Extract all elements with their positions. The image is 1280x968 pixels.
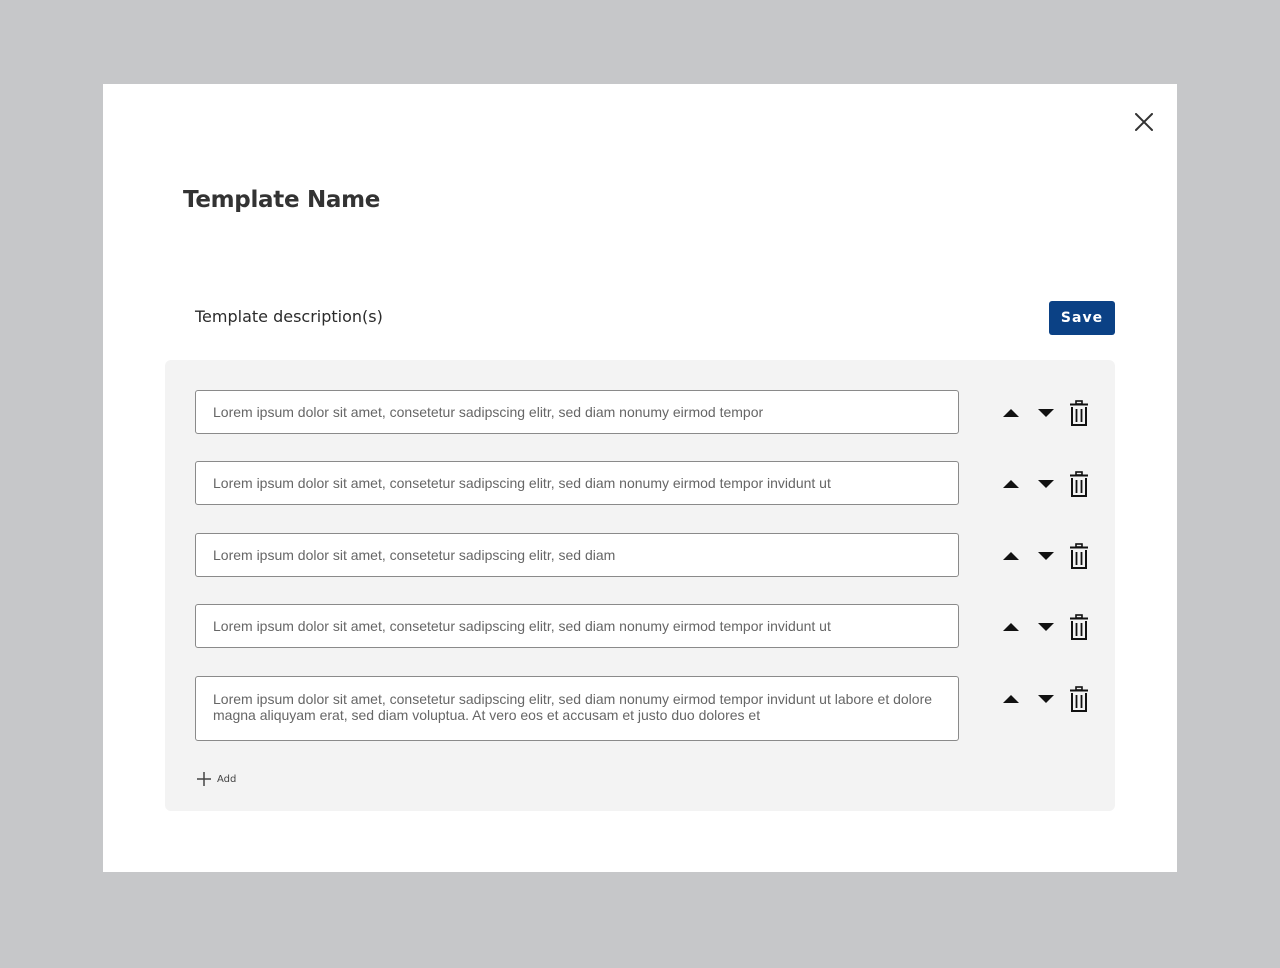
move-down-button[interactable] — [1034, 543, 1058, 569]
row-controls — [999, 470, 1092, 498]
trash-icon — [1070, 686, 1088, 712]
move-down-icon — [1038, 623, 1054, 631]
plus-icon — [197, 772, 211, 786]
move-up-icon — [1003, 695, 1019, 703]
delete-button[interactable] — [1066, 470, 1092, 498]
trash-icon — [1070, 543, 1088, 569]
close-button[interactable] — [1133, 111, 1155, 133]
move-up-icon — [1003, 409, 1019, 417]
move-up-button[interactable] — [999, 614, 1023, 640]
move-up-icon — [1003, 552, 1019, 560]
description-input[interactable]: Lorem ipsum dolor sit amet, consetetur s… — [195, 604, 959, 648]
move-down-button[interactable] — [1034, 614, 1058, 640]
delete-button[interactable] — [1066, 613, 1092, 641]
delete-button[interactable] — [1066, 685, 1092, 713]
move-up-icon — [1003, 623, 1019, 631]
move-down-icon — [1038, 409, 1054, 417]
row-controls — [999, 399, 1092, 427]
delete-button[interactable] — [1066, 399, 1092, 427]
move-down-icon — [1038, 552, 1054, 560]
descriptions-panel: Lorem ipsum dolor sit amet, consetetur s… — [165, 360, 1115, 811]
move-down-button[interactable] — [1034, 400, 1058, 426]
page-title: Template Name — [183, 187, 381, 213]
row-controls — [999, 685, 1092, 713]
move-down-button[interactable] — [1034, 686, 1058, 712]
trash-icon — [1070, 400, 1088, 426]
trash-icon — [1070, 614, 1088, 640]
save-button[interactable]: Save — [1049, 301, 1115, 335]
description-input[interactable]: Lorem ipsum dolor sit amet, consetetur s… — [195, 676, 959, 741]
description-input[interactable]: Lorem ipsum dolor sit amet, consetetur s… — [195, 533, 959, 577]
row-controls — [999, 542, 1092, 570]
move-up-button[interactable] — [999, 543, 1023, 569]
template-modal: Template Name Template description(s) Sa… — [103, 84, 1177, 872]
move-up-icon — [1003, 480, 1019, 488]
move-down-icon — [1038, 480, 1054, 488]
move-up-button[interactable] — [999, 686, 1023, 712]
move-up-button[interactable] — [999, 400, 1023, 426]
close-icon — [1135, 113, 1153, 131]
add-button[interactable]: Add — [197, 772, 236, 786]
move-down-icon — [1038, 695, 1054, 703]
trash-icon — [1070, 471, 1088, 497]
description-input[interactable]: Lorem ipsum dolor sit amet, consetetur s… — [195, 461, 959, 505]
move-down-button[interactable] — [1034, 471, 1058, 497]
delete-button[interactable] — [1066, 542, 1092, 570]
description-input[interactable]: Lorem ipsum dolor sit amet, consetetur s… — [195, 390, 959, 434]
row-controls — [999, 613, 1092, 641]
add-label: Add — [217, 773, 237, 785]
section-label: Template description(s) — [195, 307, 383, 326]
move-up-button[interactable] — [999, 471, 1023, 497]
